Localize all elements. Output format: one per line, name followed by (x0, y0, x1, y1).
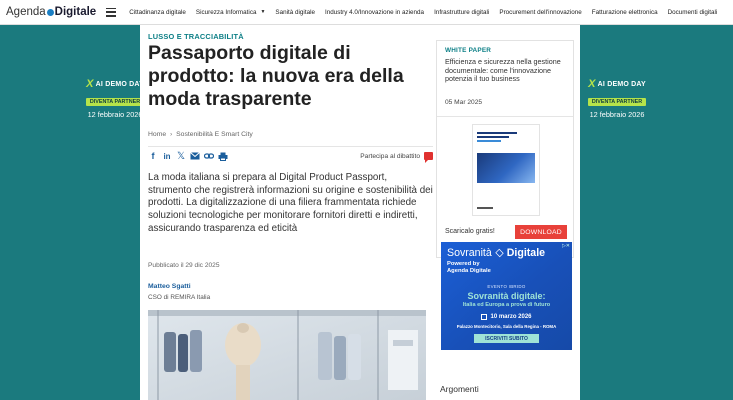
publish-date: Pubblicato il 29 dic 2025 (148, 262, 220, 269)
ad-headline: Sovranità Digitale (447, 247, 545, 259)
author-role: CSO di REMIRA Italia (148, 294, 211, 301)
nav-item-label: Fatturazione elettronica (591, 8, 658, 16)
ad-powered-brand: Agenda Digitale (447, 267, 491, 274)
banner-partner-badge: DIVENTA PARTNER (85, 98, 145, 106)
event-ad-banner[interactable]: ▷✕ Sovranità Digitale Powered by Agenda … (441, 242, 572, 350)
whitepaper-thumbnail[interactable] (472, 124, 540, 216)
breadcrumb-section[interactable]: Sostenibilità E Smart City (176, 131, 253, 138)
banner-partner-badge: DIVENTA PARTNER (587, 98, 647, 106)
comment-icon (424, 152, 433, 163)
share-bar: f in 𝕏 Partecipa al dibattito (148, 149, 433, 163)
banner-title-text: AI DEMO DAY (597, 80, 646, 88)
print-icon[interactable] (218, 151, 228, 161)
hero-image (148, 310, 426, 400)
ad-headline-pre: Sovranità (447, 247, 492, 259)
author-name[interactable]: Matteo Sgatti (148, 283, 191, 290)
ad-event-date-text: 10 marzo 2026 (490, 314, 532, 320)
linkedin-icon[interactable]: in (162, 151, 172, 161)
x-logo-icon: X (86, 78, 94, 90)
ad-powered-label: Powered by (447, 261, 480, 267)
nav-item-label: Sicurezza Informatica (195, 8, 257, 16)
ad-headline-post: Digitale (506, 247, 546, 259)
discussion-label: Partecipa al dibattito (360, 152, 420, 160)
nav-item-label: Documenti digitali (667, 8, 718, 16)
ad-event-title: Sovranità digitale: (467, 291, 546, 301)
logo-text-agenda: Agenda (6, 6, 46, 18)
whitepaper-label: WHITE PAPER (445, 47, 492, 54)
chevron-right-icon: › (170, 131, 173, 138)
download-button[interactable]: DOWNLOAD (515, 225, 567, 239)
site-logo[interactable]: Agenda Digitale (0, 6, 100, 18)
nav-item-label: Sanità digitale (275, 8, 315, 16)
article-kicker[interactable]: LUSSO E TRACCIABILITÀ (148, 32, 244, 41)
banner-title: X AI DEMO DAY (582, 78, 652, 90)
x-logo-icon: X (588, 78, 596, 90)
nav-item-fatturazione-elettronica[interactable]: Fatturazione elettronica (587, 9, 663, 16)
ad-event-subtitle: Italia ed Europa a prova di futuro (462, 302, 551, 308)
top-navigation: Agenda Digitale Cittadinanza digitale Si… (0, 0, 733, 25)
menu-icon[interactable] (106, 7, 117, 17)
main-content: LUSSO E TRACCIABILITÀ Passaporto digital… (140, 25, 580, 400)
divider (437, 116, 573, 117)
article-lead: La moda italiana si prepara al Digital P… (148, 172, 433, 234)
ad-event-date: 10 marzo 2026 (441, 314, 572, 320)
breadcrumb: Home › Sostenibilità E Smart City (148, 131, 433, 147)
nav-item-label: Infrastrutture digitali (434, 8, 490, 16)
ad-cta-button[interactable]: ISCRIVITI SUBITO (474, 334, 539, 343)
diamond-icon (495, 248, 504, 258)
nav-item-sanita-digitale[interactable]: Sanità digitale (270, 9, 320, 16)
nav-item-cittadinanza-digitale[interactable]: Cittadinanza digitale (124, 9, 191, 16)
banner-date: 12 febbraio 2026 (589, 110, 645, 119)
calendar-icon (481, 314, 488, 320)
whitepaper-date: 05 Mar 2025 (445, 99, 483, 106)
nav-item-sicurezza-informatica[interactable]: Sicurezza Informatica ▼ (191, 9, 271, 16)
ad-choices-icon[interactable]: ▷✕ (562, 243, 570, 249)
breadcrumb-home[interactable]: Home (148, 131, 166, 138)
whitepaper-title[interactable]: Efficienza e sicurezza nella gestione do… (445, 57, 565, 84)
whitepaper-card: WHITE PAPER Efficienza e sicurezza nella… (436, 40, 574, 258)
nav-item-documenti-digitali[interactable]: Documenti digitali (663, 9, 723, 16)
nav-item-label: Industry 4.0/Innovazione in azienda (324, 8, 425, 16)
link-icon[interactable] (204, 151, 214, 161)
logo-dot-icon (46, 8, 54, 16)
nav-item-procurement[interactable]: Procurement dell'innovazione (494, 9, 586, 16)
nav-item-infrastrutture-digitali[interactable]: Infrastrutture digitali (429, 9, 494, 16)
nav-item-label: Cittadinanza digitale (129, 8, 186, 16)
banner-title-text: AI DEMO DAY (95, 80, 144, 88)
arguments-heading: Argomenti (440, 384, 479, 394)
logo-text-digitale: Digitale (54, 6, 97, 18)
discussion-link[interactable]: Partecipa al dibattito (360, 152, 433, 163)
chevron-down-icon: ▼ (260, 9, 266, 15)
facebook-icon[interactable]: f (148, 151, 158, 161)
article-title: Passaporto digitale di prodotto: la nuov… (148, 42, 404, 110)
email-icon[interactable] (190, 151, 200, 161)
ad-event-place: Palazzo Montecitorio, Sala della Regina … (456, 324, 557, 329)
nav-item-label: Procurement dell'innovazione (499, 8, 582, 16)
ad-powered-by: Powered by Agenda Digitale (447, 261, 491, 275)
x-icon[interactable]: 𝕏 (176, 151, 186, 162)
side-banner-right[interactable]: X AI DEMO DAY DIVENTA PARTNER 12 febbraio… (582, 78, 652, 119)
nav-item-industry-40[interactable]: Industry 4.0/Innovazione in azienda (320, 9, 429, 16)
ad-event-type: EVENTO IBRIDO (487, 284, 526, 289)
download-text: Scaricalo gratis! (445, 228, 495, 235)
